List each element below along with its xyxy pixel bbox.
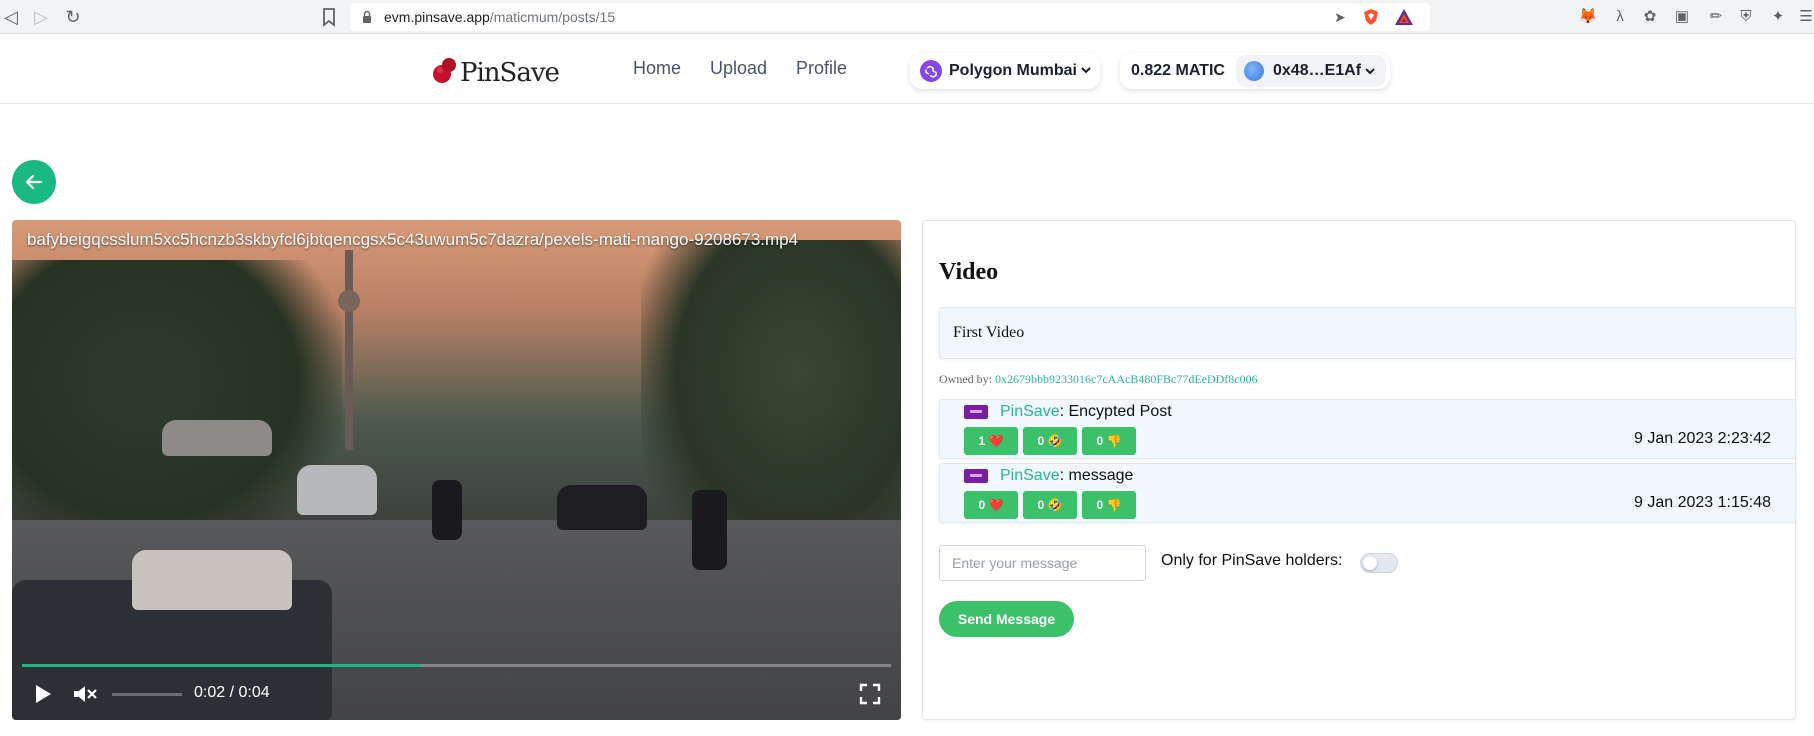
reaction-heart-button[interactable]: 0 ❤️ bbox=[964, 491, 1018, 519]
browser-toolbar: ◁ ▷ ↻ evm.pinsave.app/maticmum/posts/15 … bbox=[0, 0, 1814, 34]
message-text: : Encypted Post bbox=[1059, 403, 1172, 420]
address-bar[interactable]: evm.pinsave.app/maticmum/posts/15 ➤ bbox=[350, 3, 1430, 31]
thumbs-down-icon: 👎 bbox=[1106, 498, 1122, 512]
bat-rewards-icon[interactable] bbox=[1394, 8, 1414, 26]
message-sender-link[interactable]: PinSave bbox=[1000, 403, 1060, 420]
browser-menu-icon[interactable]: ☰ bbox=[1796, 7, 1814, 27]
post-title: Video bbox=[939, 259, 999, 285]
message-date: 9 Jan 2023 2:23:42 bbox=[1633, 430, 1771, 447]
message-item: PinSave: Encypted Post 1 ❤️ 0 🤣 0 👎 9 Ja… bbox=[939, 399, 1796, 459]
message-item: PinSave: message 0 ❤️ 0 🤣 0 👎 9 Jan 2023… bbox=[939, 463, 1796, 523]
chevron-down-icon bbox=[1365, 68, 1375, 75]
heart-icon: ❤️ bbox=[988, 434, 1004, 448]
pinsave-logo[interactable]: PinSave bbox=[430, 54, 575, 94]
video-time: 0:02 / 0:04 bbox=[194, 684, 270, 701]
video-player[interactable]: bafybeigqcsslum5xc5hcnzb3skbyfcl6jbtqenc… bbox=[12, 220, 901, 720]
reaction-laugh-button[interactable]: 0 🤣 bbox=[1023, 427, 1077, 455]
muted-speaker-icon[interactable] bbox=[72, 682, 98, 706]
wallet-balance: 0.822 MATIC bbox=[1131, 62, 1225, 79]
owned-by: Owned by: 0x2679bbb9233016c7cAAcB480FBc7… bbox=[939, 372, 1258, 386]
reaction-heart-button[interactable]: 1 ❤️ bbox=[964, 427, 1018, 455]
reload-icon[interactable]: ↻ bbox=[62, 6, 84, 28]
account-button[interactable]: 0x48…E1Af bbox=[1236, 55, 1386, 87]
pin-logo-icon bbox=[433, 58, 456, 83]
owner-address-link[interactable]: 0x2679bbb9233016c7cAAcB480FBc77dEeDDf8c0… bbox=[995, 372, 1258, 386]
site-header: PinSave Home Upload Profile Polygon Mumb… bbox=[0, 34, 1814, 104]
logo-text: PinSave bbox=[460, 58, 560, 88]
message-sender-link[interactable]: PinSave bbox=[1000, 467, 1060, 484]
account-address: 0x48…E1Af bbox=[1273, 62, 1362, 79]
laugh-emoji-icon: 🤣 bbox=[1047, 498, 1063, 512]
extension-bird-icon[interactable]: ✿ bbox=[1640, 7, 1660, 27]
play-icon[interactable] bbox=[32, 682, 54, 706]
nav-upload[interactable]: Upload bbox=[710, 58, 767, 79]
heart-icon: ❤️ bbox=[988, 498, 1004, 512]
video-frame bbox=[12, 260, 342, 560]
nav-profile[interactable]: Profile bbox=[796, 58, 847, 79]
video-seek-bar[interactable] bbox=[22, 664, 891, 667]
video-seek-progress bbox=[22, 664, 422, 667]
thumbs-down-icon: 👎 bbox=[1106, 434, 1122, 448]
arrow-left-icon bbox=[25, 174, 43, 190]
metamask-icon[interactable]: 🦊 bbox=[1578, 7, 1598, 27]
back-arrow-icon[interactable]: ◁ bbox=[0, 6, 22, 28]
message-line: PinSave: Encypted Post bbox=[1000, 403, 1172, 421]
reaction-thumbs-down-button[interactable]: 0 👎 bbox=[1082, 427, 1136, 455]
fullscreen-icon[interactable] bbox=[859, 683, 881, 705]
message-date: 9 Jan 2023 1:15:48 bbox=[1633, 494, 1771, 511]
reaction-thumbs-down-button[interactable]: 0 👎 bbox=[1082, 491, 1136, 519]
extension-lambda-icon[interactable]: λ bbox=[1610, 7, 1630, 27]
brave-shield-icon[interactable] bbox=[1362, 8, 1380, 26]
message-line: PinSave: message bbox=[1000, 467, 1133, 485]
holders-only-label: Only for PinSave holders: bbox=[1161, 552, 1343, 569]
polygon-icon bbox=[920, 60, 942, 82]
extension-image-icon[interactable]: ▣ bbox=[1672, 7, 1692, 27]
wallet-account: 0.822 MATIC 0x48…E1Af bbox=[1120, 53, 1390, 89]
chevron-down-icon bbox=[1081, 67, 1091, 74]
message-input[interactable] bbox=[939, 545, 1146, 581]
reaction-laugh-button[interactable]: 0 🤣 bbox=[1023, 491, 1077, 519]
post-panel: Video First Video Owned by: 0x2679bbb923… bbox=[922, 220, 1796, 720]
bookmark-icon[interactable] bbox=[320, 7, 338, 27]
laugh-emoji-icon: 🤣 bbox=[1047, 434, 1063, 448]
holders-only-toggle[interactable] bbox=[1360, 553, 1398, 573]
network-selector[interactable]: Polygon Mumbai bbox=[910, 53, 1100, 89]
extension-shield-icon[interactable]: ⛨ bbox=[1736, 7, 1756, 27]
account-avatar-icon bbox=[1244, 61, 1264, 81]
url-text: evm.pinsave.app/maticmum/posts/15 bbox=[384, 9, 616, 25]
network-name: Polygon Mumbai bbox=[949, 62, 1077, 79]
extensions-puzzle-icon[interactable]: ✦ bbox=[1768, 7, 1788, 27]
message-text: : message bbox=[1059, 467, 1134, 484]
back-button[interactable] bbox=[12, 160, 56, 204]
forward-arrow-icon[interactable]: ▷ bbox=[30, 6, 52, 28]
extension-dropper-icon[interactable]: ✏ bbox=[1706, 7, 1726, 27]
volume-slider[interactable] bbox=[112, 693, 182, 696]
post-description: First Video bbox=[939, 307, 1796, 359]
lock-icon bbox=[363, 10, 371, 23]
video-filename: bafybeigqcsslum5xc5hcnzb3skbyfcl6jbtqenc… bbox=[27, 230, 799, 249]
sender-avatar bbox=[964, 469, 988, 483]
toggle-knob bbox=[1363, 556, 1377, 570]
share-icon[interactable]: ➤ bbox=[1334, 9, 1350, 25]
sender-avatar bbox=[964, 405, 988, 419]
post-description-text: First Video bbox=[953, 324, 1025, 341]
nav-home[interactable]: Home bbox=[633, 58, 681, 79]
send-message-button[interactable]: Send Message bbox=[939, 601, 1074, 637]
